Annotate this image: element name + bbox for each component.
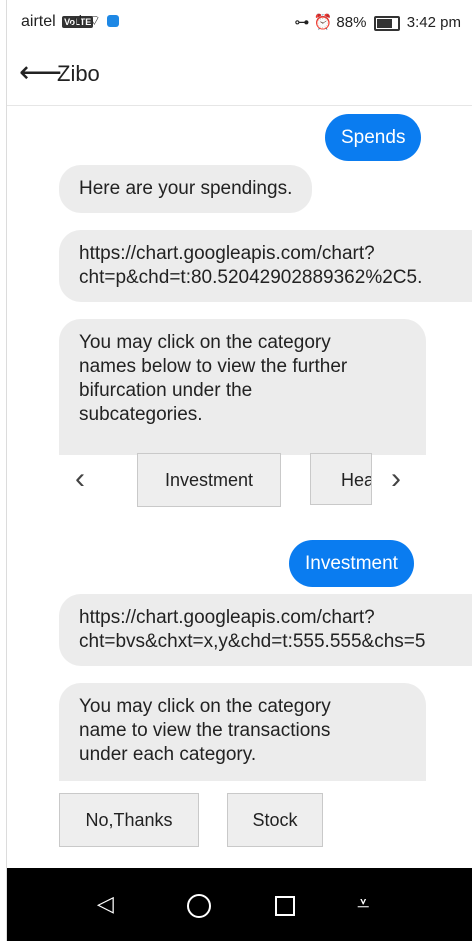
clock: 3:42 pm: [406, 14, 461, 31]
chevron-left-icon[interactable]: ‹: [75, 464, 85, 494]
link-line: cht=p&chd=t:80.52042902889362%2C5.: [79, 267, 423, 288]
chevron-right-icon[interactable]: ›: [391, 464, 401, 494]
back-arrow-icon[interactable]: ⟵: [19, 55, 62, 91]
link-line: https://chart.googleapis.com/chart?: [79, 243, 375, 264]
notification-drawer-icon[interactable]: ⩡: [357, 890, 369, 918]
chat-area[interactable]: Spends Here are your spendings. https://…: [7, 106, 472, 868]
bot-message: You may click on the category name to vi…: [59, 683, 426, 781]
status-right: ⊶ ⏰ 88% 3:42 pm: [294, 13, 461, 31]
signal-wifi-icon: .ıl ⌔: [69, 12, 102, 28]
category-button-investment[interactable]: Investment: [137, 453, 281, 507]
navigation-bar: ◁ ⩡: [7, 868, 472, 941]
link-line: https://chart.googleapis.com/chart?: [79, 607, 375, 628]
battery-percent: 88%: [336, 14, 367, 31]
link-line: cht=bvs&chxt=x,y&chd=t:555.555&chs=5: [79, 631, 426, 652]
message-line: name to view the transactions: [79, 720, 331, 741]
alarm-icon: ⏰: [313, 14, 333, 31]
user-message-investment: Investment: [289, 540, 414, 587]
message-line: subcategories.: [79, 404, 203, 425]
message-line: names below to view the further: [79, 356, 348, 377]
page-title: Zibo: [57, 61, 100, 86]
key-icon: ⊶: [294, 14, 310, 31]
message-line: You may click on the category: [79, 696, 331, 717]
message-line: You may click on the category: [79, 332, 331, 353]
recents-square-icon[interactable]: [275, 896, 295, 916]
bot-message-link[interactable]: https://chart.googleapis.com/chart? cht=…: [59, 230, 472, 302]
category-button-health[interactable]: Heal: [310, 453, 372, 505]
user-message-spends: Spends: [325, 114, 422, 161]
back-triangle-icon[interactable]: ◁: [97, 890, 114, 918]
shield-icon: [106, 15, 119, 28]
phone-screen: airtel VoLTE .ıl ⌔ ⊶ ⏰ 88% 3:42 pm ⟵ Zib…: [6, 0, 472, 941]
bot-message: You may click on the category names belo…: [59, 319, 426, 455]
home-circle-icon[interactable]: [187, 894, 211, 918]
bot-message-link[interactable]: https://chart.googleapis.com/chart? cht=…: [59, 594, 472, 666]
status-bar: airtel VoLTE .ıl ⌔ ⊶ ⏰ 88% 3:42 pm: [7, 0, 472, 45]
carrier-name: airtel: [21, 13, 56, 30]
reply-button-no-thanks[interactable]: No,Thanks: [59, 793, 199, 847]
reply-button-stock[interactable]: Stock: [227, 793, 323, 847]
message-line: under each category.: [79, 744, 257, 765]
bot-message: Here are your spendings.: [59, 165, 313, 213]
app-bar: ⟵ Zibo: [7, 45, 472, 106]
message-line: bifurcation under the: [79, 380, 253, 401]
network-icons: .ıl ⌔: [69, 12, 119, 30]
battery-icon: [373, 15, 400, 31]
